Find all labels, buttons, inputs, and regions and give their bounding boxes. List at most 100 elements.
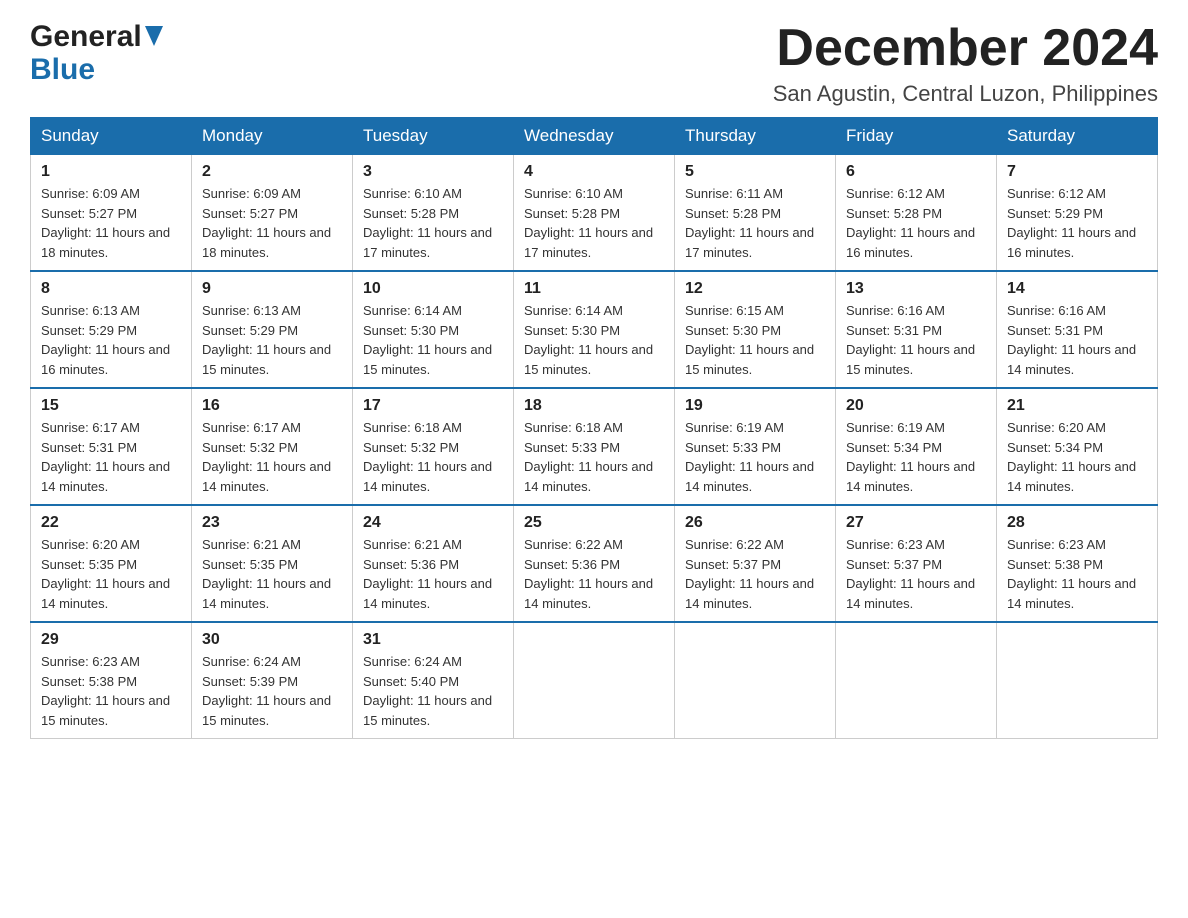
calendar-cell: 22 Sunrise: 6:20 AMSunset: 5:35 PMDaylig… [31, 505, 192, 622]
logo-general-text: General [30, 20, 142, 53]
day-info: Sunrise: 6:16 AMSunset: 5:31 PMDaylight:… [1007, 303, 1136, 377]
day-number: 6 [846, 163, 986, 181]
calendar-cell: 28 Sunrise: 6:23 AMSunset: 5:38 PMDaylig… [997, 505, 1158, 622]
calendar-weekday-tuesday: Tuesday [353, 118, 514, 155]
day-info: Sunrise: 6:20 AMSunset: 5:35 PMDaylight:… [41, 537, 170, 611]
day-number: 29 [41, 631, 181, 649]
day-info: Sunrise: 6:17 AMSunset: 5:32 PMDaylight:… [202, 420, 331, 494]
day-number: 27 [846, 514, 986, 532]
calendar-cell: 31 Sunrise: 6:24 AMSunset: 5:40 PMDaylig… [353, 622, 514, 739]
day-number: 21 [1007, 397, 1147, 415]
logo: General Blue [30, 20, 163, 86]
calendar-cell: 11 Sunrise: 6:14 AMSunset: 5:30 PMDaylig… [514, 271, 675, 388]
calendar-cell: 1 Sunrise: 6:09 AMSunset: 5:27 PMDayligh… [31, 155, 192, 272]
calendar-cell: 15 Sunrise: 6:17 AMSunset: 5:31 PMDaylig… [31, 388, 192, 505]
calendar-cell: 7 Sunrise: 6:12 AMSunset: 5:29 PMDayligh… [997, 155, 1158, 272]
day-info: Sunrise: 6:10 AMSunset: 5:28 PMDaylight:… [524, 186, 653, 260]
day-number: 19 [685, 397, 825, 415]
calendar-weekday-monday: Monday [192, 118, 353, 155]
calendar-week-row: 1 Sunrise: 6:09 AMSunset: 5:27 PMDayligh… [31, 155, 1158, 272]
calendar-cell: 5 Sunrise: 6:11 AMSunset: 5:28 PMDayligh… [675, 155, 836, 272]
month-title: December 2024 [773, 20, 1158, 77]
calendar-week-row: 8 Sunrise: 6:13 AMSunset: 5:29 PMDayligh… [31, 271, 1158, 388]
day-number: 25 [524, 514, 664, 532]
calendar-cell: 14 Sunrise: 6:16 AMSunset: 5:31 PMDaylig… [997, 271, 1158, 388]
day-number: 17 [363, 397, 503, 415]
day-number: 3 [363, 163, 503, 181]
calendar-cell: 2 Sunrise: 6:09 AMSunset: 5:27 PMDayligh… [192, 155, 353, 272]
calendar-cell: 16 Sunrise: 6:17 AMSunset: 5:32 PMDaylig… [192, 388, 353, 505]
day-number: 24 [363, 514, 503, 532]
day-info: Sunrise: 6:10 AMSunset: 5:28 PMDaylight:… [363, 186, 492, 260]
title-block: December 2024 San Agustin, Central Luzon… [773, 20, 1158, 107]
calendar-cell: 21 Sunrise: 6:20 AMSunset: 5:34 PMDaylig… [997, 388, 1158, 505]
day-info: Sunrise: 6:11 AMSunset: 5:28 PMDaylight:… [685, 186, 814, 260]
day-info: Sunrise: 6:18 AMSunset: 5:32 PMDaylight:… [363, 420, 492, 494]
calendar-cell: 30 Sunrise: 6:24 AMSunset: 5:39 PMDaylig… [192, 622, 353, 739]
day-info: Sunrise: 6:22 AMSunset: 5:36 PMDaylight:… [524, 537, 653, 611]
day-info: Sunrise: 6:23 AMSunset: 5:38 PMDaylight:… [41, 654, 170, 728]
day-number: 22 [41, 514, 181, 532]
calendar-week-row: 15 Sunrise: 6:17 AMSunset: 5:31 PMDaylig… [31, 388, 1158, 505]
day-info: Sunrise: 6:13 AMSunset: 5:29 PMDaylight:… [202, 303, 331, 377]
calendar-table: SundayMondayTuesdayWednesdayThursdayFrid… [30, 117, 1158, 739]
day-number: 9 [202, 280, 342, 298]
calendar-cell: 13 Sunrise: 6:16 AMSunset: 5:31 PMDaylig… [836, 271, 997, 388]
calendar-weekday-saturday: Saturday [997, 118, 1158, 155]
calendar-cell: 4 Sunrise: 6:10 AMSunset: 5:28 PMDayligh… [514, 155, 675, 272]
day-info: Sunrise: 6:21 AMSunset: 5:35 PMDaylight:… [202, 537, 331, 611]
calendar-cell: 26 Sunrise: 6:22 AMSunset: 5:37 PMDaylig… [675, 505, 836, 622]
day-number: 11 [524, 280, 664, 298]
calendar-cell: 18 Sunrise: 6:18 AMSunset: 5:33 PMDaylig… [514, 388, 675, 505]
day-info: Sunrise: 6:23 AMSunset: 5:38 PMDaylight:… [1007, 537, 1136, 611]
calendar-cell: 17 Sunrise: 6:18 AMSunset: 5:32 PMDaylig… [353, 388, 514, 505]
day-info: Sunrise: 6:22 AMSunset: 5:37 PMDaylight:… [685, 537, 814, 611]
day-info: Sunrise: 6:16 AMSunset: 5:31 PMDaylight:… [846, 303, 975, 377]
calendar-cell [997, 622, 1158, 739]
day-info: Sunrise: 6:24 AMSunset: 5:40 PMDaylight:… [363, 654, 492, 728]
logo-triangle-icon [145, 26, 163, 51]
calendar-cell: 19 Sunrise: 6:19 AMSunset: 5:33 PMDaylig… [675, 388, 836, 505]
day-info: Sunrise: 6:24 AMSunset: 5:39 PMDaylight:… [202, 654, 331, 728]
day-number: 1 [41, 163, 181, 181]
day-number: 14 [1007, 280, 1147, 298]
day-number: 26 [685, 514, 825, 532]
calendar-cell: 25 Sunrise: 6:22 AMSunset: 5:36 PMDaylig… [514, 505, 675, 622]
day-info: Sunrise: 6:09 AMSunset: 5:27 PMDaylight:… [202, 186, 331, 260]
day-info: Sunrise: 6:18 AMSunset: 5:33 PMDaylight:… [524, 420, 653, 494]
day-info: Sunrise: 6:12 AMSunset: 5:29 PMDaylight:… [1007, 186, 1136, 260]
day-info: Sunrise: 6:19 AMSunset: 5:33 PMDaylight:… [685, 420, 814, 494]
logo-blue-text: Blue [30, 53, 95, 86]
day-info: Sunrise: 6:20 AMSunset: 5:34 PMDaylight:… [1007, 420, 1136, 494]
page-header: General Blue December 2024 San Agustin, … [30, 20, 1158, 107]
calendar-cell: 9 Sunrise: 6:13 AMSunset: 5:29 PMDayligh… [192, 271, 353, 388]
day-info: Sunrise: 6:21 AMSunset: 5:36 PMDaylight:… [363, 537, 492, 611]
calendar-cell: 10 Sunrise: 6:14 AMSunset: 5:30 PMDaylig… [353, 271, 514, 388]
day-number: 8 [41, 280, 181, 298]
day-number: 10 [363, 280, 503, 298]
calendar-weekday-sunday: Sunday [31, 118, 192, 155]
day-info: Sunrise: 6:23 AMSunset: 5:37 PMDaylight:… [846, 537, 975, 611]
day-number: 5 [685, 163, 825, 181]
day-info: Sunrise: 6:14 AMSunset: 5:30 PMDaylight:… [363, 303, 492, 377]
calendar-cell [675, 622, 836, 739]
day-number: 31 [363, 631, 503, 649]
day-number: 18 [524, 397, 664, 415]
day-info: Sunrise: 6:13 AMSunset: 5:29 PMDaylight:… [41, 303, 170, 377]
day-number: 7 [1007, 163, 1147, 181]
calendar-weekday-thursday: Thursday [675, 118, 836, 155]
day-number: 12 [685, 280, 825, 298]
day-number: 28 [1007, 514, 1147, 532]
calendar-cell: 3 Sunrise: 6:10 AMSunset: 5:28 PMDayligh… [353, 155, 514, 272]
calendar-weekday-wednesday: Wednesday [514, 118, 675, 155]
calendar-cell: 8 Sunrise: 6:13 AMSunset: 5:29 PMDayligh… [31, 271, 192, 388]
day-number: 13 [846, 280, 986, 298]
calendar-cell: 29 Sunrise: 6:23 AMSunset: 5:38 PMDaylig… [31, 622, 192, 739]
day-number: 20 [846, 397, 986, 415]
calendar-header-row: SundayMondayTuesdayWednesdayThursdayFrid… [31, 118, 1158, 155]
location-subtitle: San Agustin, Central Luzon, Philippines [773, 81, 1158, 107]
day-info: Sunrise: 6:15 AMSunset: 5:30 PMDaylight:… [685, 303, 814, 377]
day-number: 4 [524, 163, 664, 181]
day-number: 2 [202, 163, 342, 181]
calendar-cell: 23 Sunrise: 6:21 AMSunset: 5:35 PMDaylig… [192, 505, 353, 622]
